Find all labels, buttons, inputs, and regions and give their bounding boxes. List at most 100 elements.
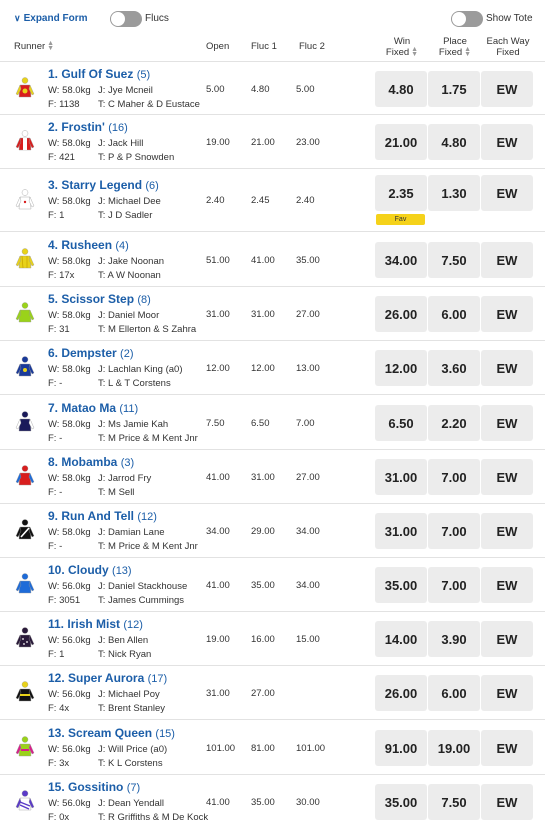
open-odds: 31.00 [206,688,230,699]
open-odds: 41.00 [206,797,230,808]
weight: W: 58.0kg [48,527,91,538]
runner-column-header[interactable]: Runner ▲ ▼ [14,40,54,52]
runner-name[interactable]: 1. Gulf Of Suez (5) [48,67,150,81]
win-fixed-button[interactable]: 4.80 [375,71,427,107]
trainer: T: M Price & M Kent Jnr [98,541,198,552]
each-way-button[interactable]: EW [481,296,533,332]
each-way-button[interactable]: EW [481,242,533,278]
place-fixed-button[interactable]: 2.20 [428,405,480,441]
place-fixed-button[interactable]: 7.50 [428,242,480,278]
runner-weight-jockey: W: 58.0kg J: Damian Lane [48,527,165,538]
barrier-number: (2) [120,348,134,360]
place-fixed-button[interactable]: 3.90 [428,621,480,657]
place-fixed-button[interactable]: 7.50 [428,784,480,820]
each-way-button[interactable]: EW [481,350,533,386]
each-way-button[interactable]: EW [481,567,533,603]
runner-row: 11. Irish Mist (12) W: 56.0kg J: Ben Alle… [0,611,545,665]
each-way-button[interactable]: EW [481,124,533,160]
runner-row: 12. Super Aurora (17) W: 56.0kg J: Michae… [0,665,545,719]
each-way-button[interactable]: EW [481,621,533,657]
place-fixed-button[interactable]: 1.30 [428,175,480,211]
runner-weight-jockey: W: 58.0kg J: Jack Hill [48,138,143,149]
runner-name-label: 6. Dempster [48,346,117,360]
win-fixed-button[interactable]: 35.00 [375,567,427,603]
runner-form-trainer: F: - T: M Sell [48,487,134,498]
runner-header-label: Runner [14,41,46,52]
runner-name[interactable]: 7. Matao Ma (11) [48,401,138,415]
runner-weight-jockey: W: 56.0kg J: Daniel Stackhouse [48,581,187,592]
runner-name[interactable]: 4. Rusheen (4) [48,238,129,252]
fluc2-odds: 34.00 [296,580,320,591]
runner-name[interactable]: 2. Frostin' (16) [48,120,128,134]
win-fixed-button[interactable]: 26.00 [375,675,427,711]
show-tote-toggle[interactable] [451,11,483,27]
form: F: - [48,378,63,389]
fluc2-odds: 101.00 [296,743,326,754]
place-fixed-button[interactable]: 19.00 [428,730,480,766]
expand-form-link[interactable]: ∨ Expand Form [14,13,88,24]
fluc2-odds: 27.00 [296,309,320,320]
runner-name[interactable]: 8. Mobamba (3) [48,455,134,469]
runner-name[interactable]: 3. Starry Legend (6) [48,178,159,192]
win-fixed-button[interactable]: 6.50 [375,405,427,441]
each-way-button[interactable]: EW [481,459,533,495]
win-fixed-button[interactable]: 91.00 [375,730,427,766]
each-way-button[interactable]: EW [481,175,533,211]
runner-name[interactable]: 9. Run And Tell (12) [48,509,157,523]
each-way-button[interactable]: EW [481,784,533,820]
fluc2-odds: 7.00 [296,418,315,429]
runner-weight-jockey: W: 56.0kg J: Michael Poy [48,689,160,700]
win-fixed-button[interactable]: 35.00 [375,784,427,820]
place-fixed-button[interactable]: 3.60 [428,350,480,386]
form: F: - [48,541,63,552]
each-way-button[interactable]: EW [481,730,533,766]
each-way-button[interactable]: EW [481,675,533,711]
place-fixed-button[interactable]: 7.00 [428,513,480,549]
each-way-button[interactable]: EW [481,405,533,441]
runner-name[interactable]: 12. Super Aurora (17) [48,671,167,685]
win-fixed-button[interactable]: 31.00 [375,459,427,495]
win-fixed-button[interactable]: 21.00 [375,124,427,160]
win-fixed-button[interactable]: 14.00 [375,621,427,657]
win-fixed-button[interactable]: 2.35 [375,175,427,211]
runner-name[interactable]: 5. Scissor Step (8) [48,292,151,306]
win-fixed-button[interactable]: 12.00 [375,350,427,386]
open-odds: 34.00 [206,526,230,537]
fluc1-odds: 2.45 [251,195,270,206]
place-fixed-button[interactable]: 1.75 [428,71,480,107]
place-fixed-button[interactable]: 6.00 [428,675,480,711]
open-odds: 5.00 [206,84,225,95]
place-fixed-button[interactable]: 7.00 [428,567,480,603]
runner-name[interactable]: 13. Scream Queen (15) [48,726,175,740]
flucs-toggle[interactable] [110,11,142,27]
weight: W: 56.0kg [48,581,91,592]
runner-name[interactable]: 11. Irish Mist (12) [48,617,143,631]
runner-name-label: 15. Gossitino [48,780,124,794]
form: F: 1 [48,649,65,660]
place-fixed-button[interactable]: 6.00 [428,296,480,332]
win-fixed-button[interactable]: 26.00 [375,296,427,332]
runner-name-label: 10. Cloudy [48,563,109,577]
open-odds: 19.00 [206,634,230,645]
place-fixed-button[interactable]: 4.80 [428,124,480,160]
win-fixed-button[interactable]: 34.00 [375,242,427,278]
runner-name[interactable]: 15. Gossitino (7) [48,780,140,794]
each-way-button[interactable]: EW [481,513,533,549]
win-fixed-button[interactable]: 31.00 [375,513,427,549]
runner-row: 5. Scissor Step (8) W: 58.0kg J: Daniel M… [0,286,545,340]
runner-name[interactable]: 10. Cloudy (13) [48,563,132,577]
jockey: J: Lachlan King (a0) [98,364,183,375]
place-fixed-button[interactable]: 7.00 [428,459,480,495]
runner-name[interactable]: 6. Dempster (2) [48,346,134,360]
win-fixed-header[interactable]: Win Fixed ▲ ▼ [376,36,428,58]
jockey: J: Daniel Stackhouse [98,581,188,592]
place-fixed-header[interactable]: Place Fixed ▲ ▼ [429,36,481,58]
jockey-silk-icon [14,519,36,541]
runner-name-label: 3. Starry Legend [48,178,143,192]
trainer: T: Brent Stanley [98,703,166,714]
runner-name-label: 2. Frostin' [48,120,105,134]
trainer: T: Nick Ryan [98,649,152,660]
runner-row: 6. Dempster (2) W: 58.0kg J: Lachlan King… [0,340,545,394]
runner-form-trainer: F: 31 T: M Ellerton & S Zahra [48,324,196,335]
each-way-button[interactable]: EW [481,71,533,107]
